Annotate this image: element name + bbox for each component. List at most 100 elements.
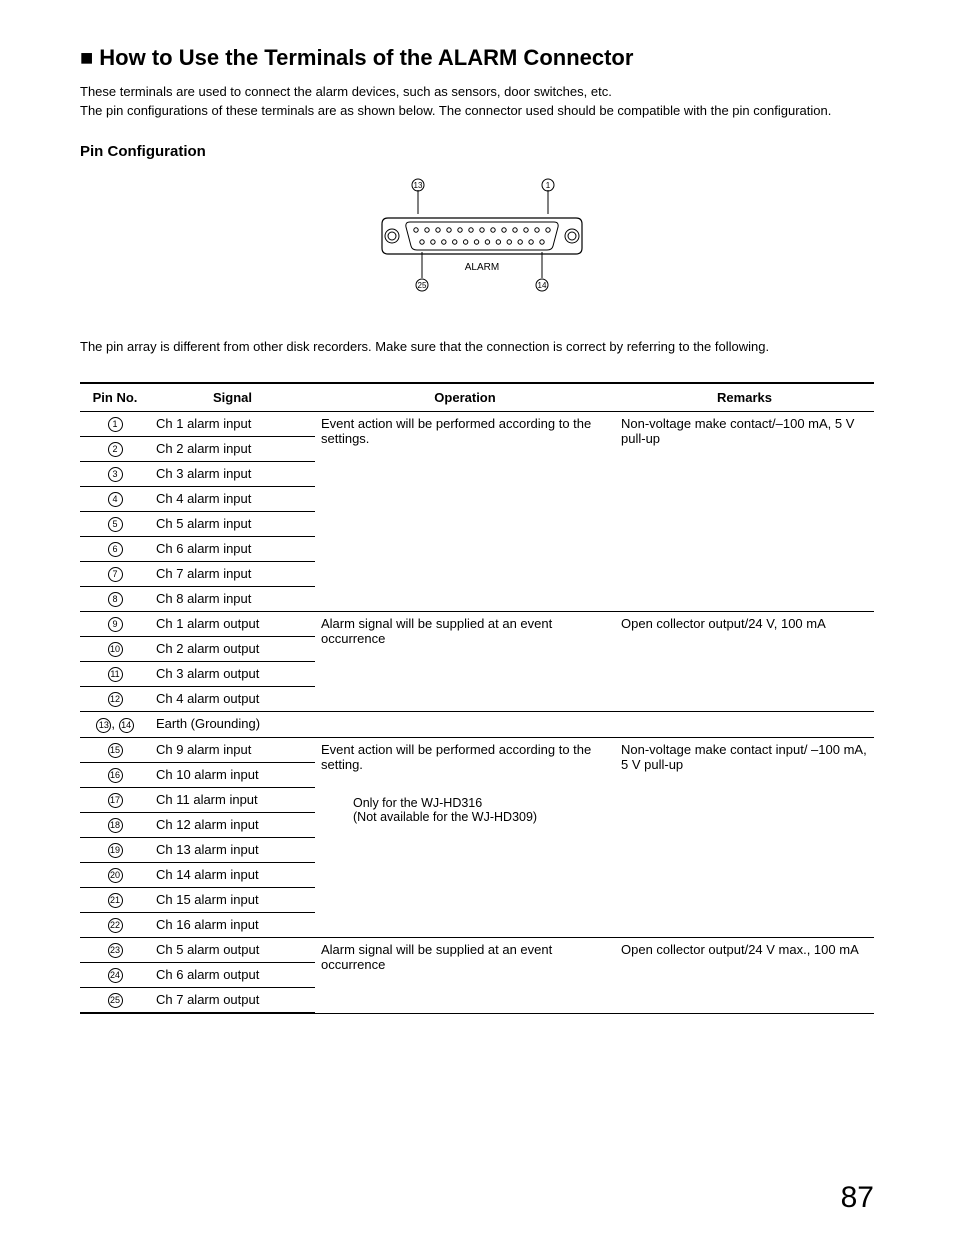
signal-cell: Ch 8 alarm input xyxy=(150,587,315,612)
pin-cell: 23 xyxy=(80,938,150,963)
header-operation: Operation xyxy=(315,383,615,412)
remarks-cell xyxy=(615,712,874,737)
pin-circle-icon: 13 xyxy=(96,718,111,733)
pin-circle-icon: 14 xyxy=(119,718,134,733)
pin-cell: 18 xyxy=(80,812,150,837)
pin-circle-icon: 23 xyxy=(108,943,123,958)
header-signal: Signal xyxy=(150,383,315,412)
table-row: 1Ch 1 alarm inputEvent action will be pe… xyxy=(80,411,874,436)
pin-cell: 2 xyxy=(80,436,150,461)
signal-cell: Ch 15 alarm input xyxy=(150,887,315,912)
signal-cell: Ch 5 alarm output xyxy=(150,938,315,963)
signal-cell: Ch 9 alarm input xyxy=(150,737,315,762)
page-number: 87 xyxy=(841,1181,874,1215)
pin-cell: 11 xyxy=(80,662,150,687)
pin-circle-icon: 17 xyxy=(108,793,123,808)
pin-circle-icon: 22 xyxy=(108,918,123,933)
pin-circle-icon: 7 xyxy=(108,567,123,582)
note-paragraph: The pin array is different from other di… xyxy=(80,339,874,354)
signal-cell: Ch 16 alarm input xyxy=(150,912,315,937)
pin-cell: 16 xyxy=(80,762,150,787)
signal-cell: Ch 3 alarm output xyxy=(150,662,315,687)
pin-cell: 8 xyxy=(80,587,150,612)
pin-circle-icon: 15 xyxy=(108,743,123,758)
signal-cell: Ch 2 alarm output xyxy=(150,637,315,662)
pin-circle-icon: 18 xyxy=(108,818,123,833)
signal-cell: Ch 12 alarm input xyxy=(150,812,315,837)
signal-cell: Ch 2 alarm input xyxy=(150,436,315,461)
pin-circle-icon: 10 xyxy=(108,642,123,657)
pin-cell: 15 xyxy=(80,737,150,762)
table-row: 9Ch 1 alarm outputAlarm signal will be s… xyxy=(80,612,874,637)
table-row: 15Ch 9 alarm inputEvent action will be p… xyxy=(80,737,874,762)
signal-cell: Ch 7 alarm input xyxy=(150,562,315,587)
operation-cell: Alarm signal will be supplied at an even… xyxy=(315,938,615,1014)
pin-cell: 10 xyxy=(80,637,150,662)
pin-circle-icon: 25 xyxy=(108,993,123,1008)
pin-circle-icon: 6 xyxy=(108,542,123,557)
pin-circle-icon: 1 xyxy=(108,417,123,432)
signal-cell: Earth (Grounding) xyxy=(150,712,315,737)
table-row: 23Ch 5 alarm outputAlarm signal will be … xyxy=(80,938,874,963)
pin-circle-icon: 11 xyxy=(108,667,123,682)
svg-text:25: 25 xyxy=(418,281,427,290)
pin-cell: 25 xyxy=(80,988,150,1014)
pin-circle-icon: 4 xyxy=(108,492,123,507)
pin-cell: 19 xyxy=(80,837,150,862)
section-title: ■How to Use the Terminals of the ALARM C… xyxy=(80,45,874,71)
title-text: How to Use the Terminals of the ALARM Co… xyxy=(99,45,633,70)
signal-cell: Ch 1 alarm output xyxy=(150,612,315,637)
signal-cell: Ch 6 alarm input xyxy=(150,537,315,562)
svg-text:1: 1 xyxy=(546,181,551,190)
remarks-cell: Open collector output/24 V, 100 mA xyxy=(615,612,874,712)
svg-text:ALARM: ALARM xyxy=(465,262,499,273)
header-pin: Pin No. xyxy=(80,383,150,412)
pin-circle-icon: 16 xyxy=(108,768,123,783)
pin-cell: 13, 14 xyxy=(80,712,150,737)
operation-cell xyxy=(315,712,615,737)
table-row: 13, 14Earth (Grounding) xyxy=(80,712,874,737)
pin-cell: 20 xyxy=(80,862,150,887)
signal-cell: Ch 4 alarm input xyxy=(150,486,315,511)
pin-cell: 5 xyxy=(80,511,150,536)
connector-diagram: 13 1 ALARM 25 14 xyxy=(80,178,874,311)
remarks-cell: Non-voltage make contact/–100 mA, 5 V pu… xyxy=(615,411,874,612)
signal-cell: Ch 4 alarm output xyxy=(150,687,315,712)
operation-cell: Alarm signal will be supplied at an even… xyxy=(315,612,615,712)
signal-cell: Ch 5 alarm input xyxy=(150,511,315,536)
pin-circle-icon: 9 xyxy=(108,617,123,632)
pin-cell: 22 xyxy=(80,912,150,937)
pin-circle-icon: 12 xyxy=(108,692,123,707)
signal-cell: Ch 10 alarm input xyxy=(150,762,315,787)
operation-cell: Event action will be performed according… xyxy=(315,737,615,938)
square-bullet-icon: ■ xyxy=(80,45,93,70)
signal-cell: Ch 14 alarm input xyxy=(150,862,315,887)
signal-cell: Ch 6 alarm output xyxy=(150,963,315,988)
operation-cell: Event action will be performed according… xyxy=(315,411,615,612)
pin-cell: 6 xyxy=(80,537,150,562)
pin-circle-icon: 24 xyxy=(108,968,123,983)
alarm-connector-svg: 13 1 ALARM 25 14 xyxy=(362,178,592,308)
signal-cell: Ch 3 alarm input xyxy=(150,461,315,486)
pin-cell: 3 xyxy=(80,461,150,486)
svg-text:14: 14 xyxy=(538,281,547,290)
pin-circle-icon: 20 xyxy=(108,868,123,883)
header-remarks: Remarks xyxy=(615,383,874,412)
pin-circle-icon: 8 xyxy=(108,592,123,607)
signal-cell: Ch 7 alarm output xyxy=(150,988,315,1014)
pin-circle-icon: 5 xyxy=(108,517,123,532)
pin-cell: 17 xyxy=(80,787,150,812)
pin-circle-icon: 2 xyxy=(108,442,123,457)
pin-cell: 7 xyxy=(80,562,150,587)
pin-cell: 4 xyxy=(80,486,150,511)
pin-cell: 9 xyxy=(80,612,150,637)
pin-circle-icon: 3 xyxy=(108,467,123,482)
signal-cell: Ch 13 alarm input xyxy=(150,837,315,862)
svg-text:13: 13 xyxy=(414,181,423,190)
remarks-cell: Non-voltage make contact input/ –100 mA,… xyxy=(615,737,874,938)
subsection-heading: Pin Configuration xyxy=(80,143,874,160)
intro-paragraph: These terminals are used to connect the … xyxy=(80,83,874,121)
pin-circle-icon: 21 xyxy=(108,893,123,908)
signal-cell: Ch 1 alarm input xyxy=(150,411,315,436)
remarks-cell: Open collector output/24 V max., 100 mA xyxy=(615,938,874,1014)
